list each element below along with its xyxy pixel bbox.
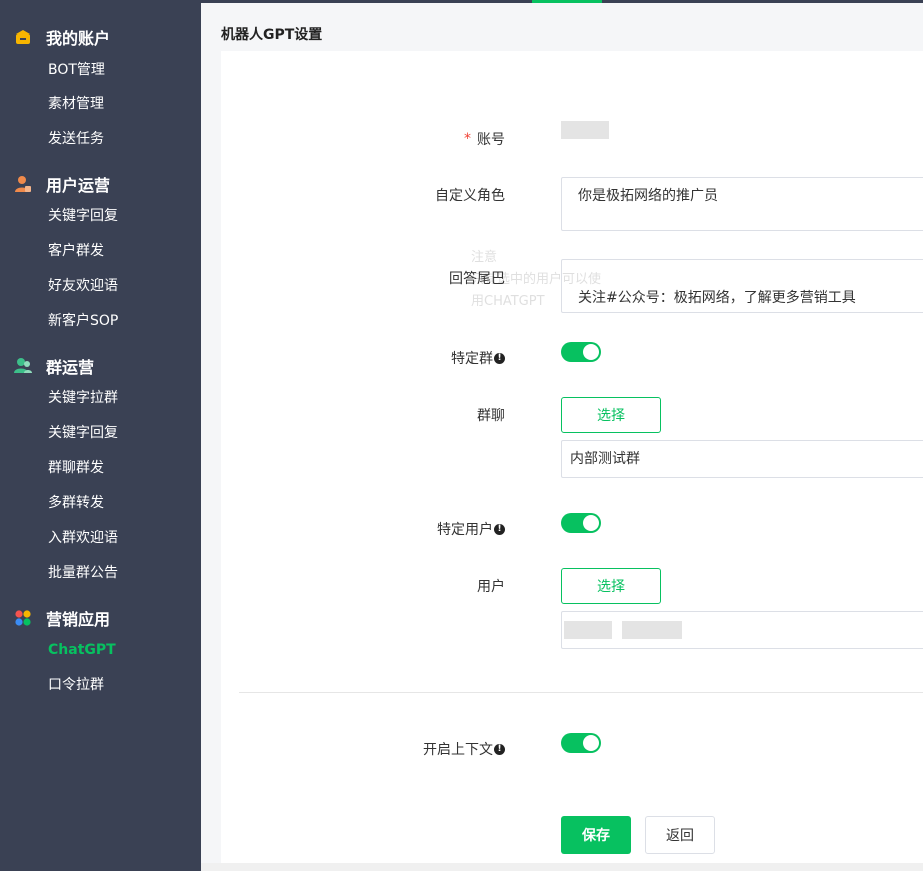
context-label: 开启上下文 ! bbox=[423, 739, 505, 759]
page-title: 机器人GPT设置 bbox=[221, 27, 323, 43]
select-group-button[interactable]: 选择 bbox=[561, 397, 661, 433]
required-mark: * bbox=[464, 131, 471, 147]
sidebar-item-material-manage[interactable]: 素材管理 bbox=[48, 93, 104, 115]
context-toggle[interactable] bbox=[561, 733, 601, 753]
select-user-button[interactable]: 选择 bbox=[561, 568, 661, 604]
account-label-text: 账号 bbox=[477, 132, 505, 148]
selected-group-list: 内部测试群 bbox=[561, 440, 923, 478]
sidebar-section-title: 群运营 bbox=[46, 358, 95, 377]
horizontal-scrollbar[interactable] bbox=[201, 863, 923, 871]
sidebar-section-group-ops: 群运营 bbox=[14, 354, 94, 378]
sidebar-item-customer-broadcast[interactable]: 客户群发 bbox=[48, 240, 104, 262]
settings-form: * 账号 自定义角色 你是极拓网络的推广员 回答尾巴 关注#公众号：极拓网络，了… bbox=[221, 51, 923, 863]
account-label: * 账号 bbox=[464, 129, 505, 149]
sidebar-section-account: 我的账户 bbox=[14, 25, 110, 49]
save-button[interactable]: 保存 bbox=[561, 816, 631, 854]
user-icon bbox=[14, 175, 32, 193]
sidebar-item-multi-group-forward[interactable]: 多群转发 bbox=[48, 492, 104, 514]
selected-user-redacted bbox=[564, 621, 612, 639]
tooltip-title: 注意 bbox=[471, 250, 498, 265]
form-divider bbox=[239, 692, 923, 693]
specific-user-label-text: 特定用户 bbox=[437, 522, 493, 538]
sidebar-item-group-welcome[interactable]: 入群欢迎语 bbox=[48, 527, 118, 549]
sidebar-item-keyword-group-join[interactable]: 关键字拉群 bbox=[48, 387, 118, 409]
specific-group-label: 特定群 ! bbox=[451, 348, 505, 368]
tooltip-body: 只有选中的用户可以使用CHATGPT bbox=[471, 272, 602, 309]
sidebar-item-batch-announcement[interactable]: 批量群公告 bbox=[48, 562, 118, 584]
toggle-knob bbox=[583, 344, 599, 360]
sidebar-item-friend-welcome[interactable]: 好友欢迎语 bbox=[48, 275, 118, 297]
sidebar-section-marketing-apps: 营销应用 bbox=[14, 606, 110, 630]
sidebar-item-group-keyword-reply[interactable]: 关键字回复 bbox=[48, 422, 118, 444]
specific-user-label: 特定用户 ! bbox=[437, 519, 505, 539]
sidebar-section-title: 我的账户 bbox=[46, 29, 111, 48]
specific-user-toggle[interactable] bbox=[561, 513, 601, 533]
sidebar-item-group-broadcast[interactable]: 群聊群发 bbox=[48, 457, 104, 479]
account-value-redacted bbox=[561, 121, 609, 139]
group-icon bbox=[14, 357, 32, 375]
sidebar-item-new-customer-sop[interactable]: 新客户SOP bbox=[48, 310, 118, 332]
specific-group-label-text: 特定群 bbox=[451, 351, 493, 367]
toggle-knob bbox=[583, 735, 599, 751]
back-button[interactable]: 返回 bbox=[645, 816, 715, 854]
selected-user-list bbox=[561, 611, 923, 649]
specific-group-toggle[interactable] bbox=[561, 342, 601, 362]
info-icon[interactable]: ! bbox=[494, 352, 505, 364]
info-icon[interactable]: ! bbox=[494, 523, 505, 535]
info-icon[interactable]: ! bbox=[494, 743, 505, 755]
group-chat-label: 群聊 bbox=[477, 408, 505, 424]
user-label: 用户 bbox=[477, 579, 505, 595]
apps-icon bbox=[14, 609, 32, 627]
sidebar-item-bot-manage[interactable]: BOT管理 bbox=[48, 59, 105, 81]
role-label: 自定义角色 bbox=[435, 188, 505, 204]
sidebar: 我的账户 BOT管理 素材管理 发送任务 用户运营 关键字回复 客户群发 好友欢… bbox=[0, 0, 201, 871]
role-textarea[interactable]: 你是极拓网络的推广员 bbox=[561, 177, 923, 231]
sidebar-item-password-group-join[interactable]: 口令拉群 bbox=[48, 674, 104, 696]
sidebar-section-user-ops: 用户运营 bbox=[14, 172, 110, 196]
sidebar-section-title: 用户运营 bbox=[46, 176, 111, 195]
toggle-knob bbox=[583, 515, 599, 531]
sidebar-item-send-task[interactable]: 发送任务 bbox=[48, 128, 104, 150]
selected-user-redacted bbox=[622, 621, 682, 639]
sidebar-item-chatgpt[interactable]: ChatGPT bbox=[48, 639, 116, 661]
role-value: 你是极拓网络的推广员 bbox=[578, 188, 718, 204]
sidebar-section-title: 营销应用 bbox=[46, 610, 111, 629]
selected-group-item: 内部测试群 bbox=[570, 451, 640, 467]
context-label-text: 开启上下文 bbox=[423, 742, 493, 758]
tooltip-ghost: 注意 只有选中的用户可以使用CHATGPT bbox=[451, 241, 651, 341]
sidebar-item-keyword-reply[interactable]: 关键字回复 bbox=[48, 205, 118, 227]
main-content: 机器人GPT设置 * 账号 自定义角色 你是极拓网络的推广员 回答尾巴 关注#公… bbox=[201, 3, 923, 871]
wallet-icon bbox=[14, 28, 32, 46]
